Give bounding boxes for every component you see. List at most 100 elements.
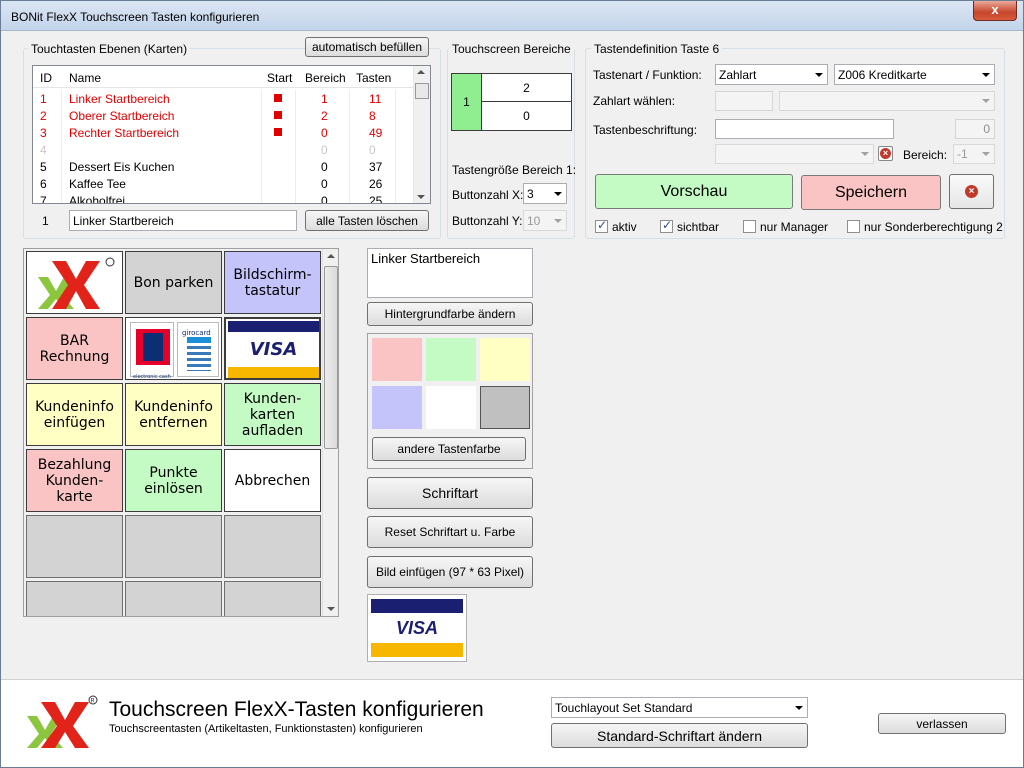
area-bottom-cell[interactable]: 0 <box>482 102 571 130</box>
caption-extra-select[interactable] <box>715 144 874 164</box>
chevron-down-icon <box>982 72 990 77</box>
other-color-button[interactable]: andere Tastenfarbe <box>372 437 526 461</box>
bereich-select[interactable]: -1 <box>953 144 995 164</box>
key-button-13[interactable] <box>125 515 222 578</box>
key-button-15[interactable] <box>26 581 123 616</box>
payment-code-input[interactable] <box>715 91 773 111</box>
footer-title: Touchscreen FlexX-Tasten konfigurieren <box>109 698 484 721</box>
key-button-12[interactable] <box>26 515 123 578</box>
scroll-down-icon[interactable] <box>327 607 335 611</box>
scroll-up-icon[interactable] <box>327 254 335 258</box>
key-label: BAR Rechnung <box>39 332 110 365</box>
grid-scrollbar[interactable] <box>322 249 338 616</box>
chevron-down-icon <box>554 191 562 196</box>
table-row[interactable]: 1 Linker Startbereich 1 11 <box>33 90 413 107</box>
visa-card-icon: VISA <box>371 599 463 657</box>
insert-image-button[interactable]: Bild einfügen (97 * 63 Pixel) <box>367 556 533 588</box>
table-row[interactable]: 7 Alkoholfrei 0 25 <box>33 192 413 204</box>
key-button-1[interactable]: Bon parken <box>125 251 222 314</box>
cell-bereich: 0 <box>321 143 328 157</box>
swatch-grey[interactable] <box>480 386 530 429</box>
table-scrollbar[interactable] <box>413 66 430 203</box>
key-button-7[interactable]: Kundeninfo entfernen <box>125 383 222 446</box>
cell-tasten: 26 <box>369 177 383 191</box>
save-button[interactable]: Speichern <box>801 175 941 210</box>
count-y-label: Buttonzahl Y: <box>452 214 523 228</box>
scroll-up-icon[interactable] <box>417 70 425 74</box>
checkbox-1[interactable] <box>660 218 673 233</box>
swatch-red[interactable] <box>372 338 422 381</box>
key-caption-input[interactable] <box>715 119 894 139</box>
key-label: Kundeninfo einfügen <box>35 398 114 431</box>
table-row[interactable]: 2 Oberer Startbereich 2 8 <box>33 107 413 124</box>
key-button-6[interactable]: Kundeninfo einfügen <box>26 383 123 446</box>
app-window: BONit FlexX Touchscreen Tasten konfiguri… <box>0 0 1024 768</box>
key-function-select[interactable]: Z006 Kreditkarte <box>834 64 995 85</box>
key-type-select[interactable]: Zahlart <box>715 64 828 85</box>
table-row[interactable]: 3 Rechter Startbereich 0 49 <box>33 124 413 141</box>
flexx-logo-key[interactable] <box>26 251 123 314</box>
count-y-select[interactable]: 10 <box>523 210 567 231</box>
key-text-preview[interactable]: Linker Startbereich <box>367 248 533 298</box>
delete-all-keys-button[interactable]: alle Tasten löschen <box>305 210 429 231</box>
caption-count-input: 0 <box>955 119 995 139</box>
default-font-button[interactable]: Standard-Schriftart ändern <box>551 723 808 748</box>
swatch-yellow[interactable] <box>480 338 530 381</box>
touchlayout-select[interactable]: Touchlayout Set Standard <box>551 697 808 718</box>
area-top-cell[interactable]: 2 <box>482 74 571 102</box>
visa-text: VISA <box>249 338 298 360</box>
cell-tasten: 25 <box>369 194 383 204</box>
checkbox-2[interactable] <box>743 220 756 233</box>
visa-key[interactable]: VISA <box>224 317 321 380</box>
cell-bereich: 0 <box>321 126 328 140</box>
autofill-button[interactable]: automatisch befüllen <box>305 37 429 57</box>
key-button-10[interactable]: Punkte einlösen <box>125 449 222 512</box>
scroll-down-icon[interactable] <box>417 195 425 199</box>
scroll-thumb[interactable] <box>415 83 429 99</box>
checkbox-0[interactable] <box>595 218 608 233</box>
count-x-value: 3 <box>527 186 534 201</box>
layers-table[interactable]: ID Name Start Bereich Tasten 1 Linker Sta… <box>32 65 431 204</box>
layers-group-label: Touchtasten Ebenen (Karten) <box>28 42 191 56</box>
key-button-8[interactable]: Kunden- karten aufladen <box>224 383 321 446</box>
swatch-green[interactable] <box>426 338 476 381</box>
background-color-button[interactable]: Hintergrundfarbe ändern <box>367 302 533 326</box>
swatch-white[interactable] <box>426 386 476 429</box>
count-x-select[interactable]: 3 <box>523 183 567 204</box>
start-marker-icon <box>274 128 282 136</box>
layer-name-input[interactable]: Linker Startbereich <box>69 210 297 231</box>
delete-key-button[interactable]: × <box>949 174 994 209</box>
preview-button[interactable]: Vorschau <box>595 174 793 209</box>
key-button-3[interactable]: BAR Rechnung <box>26 317 123 380</box>
key-button-16[interactable] <box>125 581 222 616</box>
key-button-14[interactable] <box>224 515 321 578</box>
key-button-9[interactable]: Bezahlung Kunden- karte <box>26 449 123 512</box>
payment-type-select[interactable] <box>779 91 995 111</box>
scroll-thumb[interactable] <box>324 266 338 449</box>
flexx-logo-icon <box>37 257 114 309</box>
key-button-17[interactable] <box>224 581 321 616</box>
cell-id: 3 <box>40 126 47 140</box>
column-header-bereich: Bereich <box>305 71 346 85</box>
selected-layer-id: 1 <box>42 214 49 228</box>
table-row[interactable]: 4 0 0 <box>33 141 413 158</box>
ec-girocard-key[interactable]: electronic cash girocard <box>125 317 222 380</box>
table-row[interactable]: 5 Dessert Eis Kuchen 0 37 <box>33 158 413 175</box>
table-row[interactable]: 6 Kaffee Tee 0 26 <box>33 175 413 192</box>
cell-name: Linker Startbereich <box>69 92 170 106</box>
key-button-11[interactable]: Abbrechen <box>224 449 321 512</box>
font-button[interactable]: Schriftart <box>367 477 533 509</box>
window-close-button[interactable]: x <box>973 1 1017 21</box>
cell-tasten: 49 <box>369 126 383 140</box>
payment-type-label: Zahlart wählen: <box>593 94 676 108</box>
key-button-2[interactable]: Bildschirm- tastatur <box>224 251 321 314</box>
checkbox-3[interactable] <box>847 220 860 233</box>
chevron-down-icon <box>861 152 869 156</box>
area-left-cell[interactable]: 1 <box>452 74 482 130</box>
cell-id: 6 <box>40 177 47 191</box>
swatch-blue[interactable] <box>372 386 422 429</box>
clear-caption-button[interactable]: × <box>878 146 893 161</box>
leave-button[interactable]: verlassen <box>878 713 1006 734</box>
cell-name: Alkoholfrei <box>69 194 126 204</box>
reset-font-color-button[interactable]: Reset Schriftart u. Farbe <box>367 516 533 548</box>
